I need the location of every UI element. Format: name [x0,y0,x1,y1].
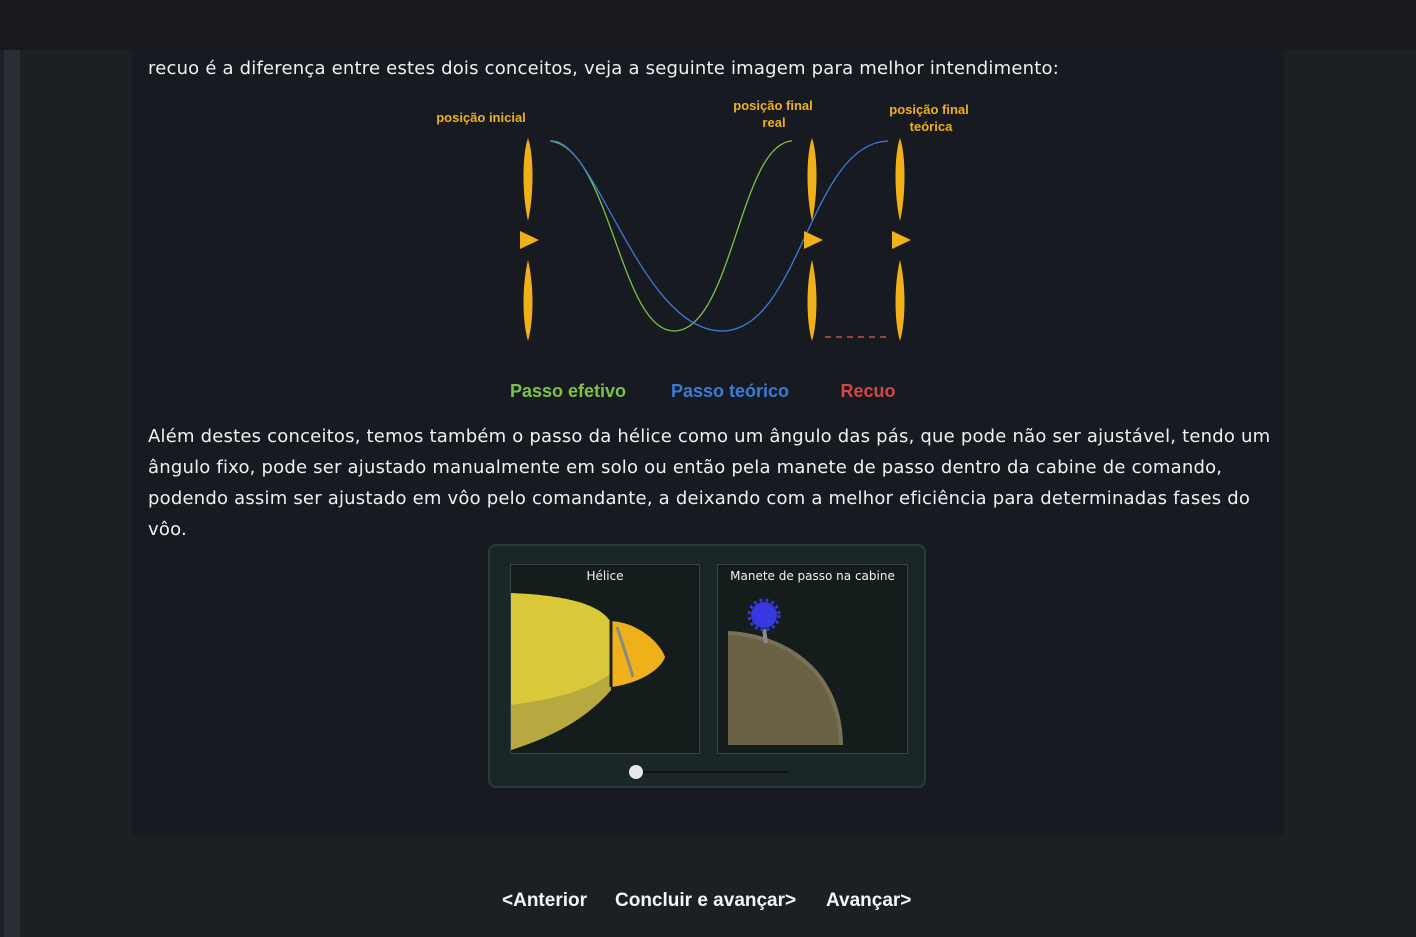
label-final-real-line2: real [762,115,785,130]
pitch-simulation-panel: Hélice Manete de passo na cabine [488,544,926,788]
pitch-slider-track[interactable] [630,771,788,773]
pitch-slider-thumb[interactable] [629,765,643,779]
theoretical-pitch-curve [549,140,889,332]
effective-pitch-curve [549,140,793,332]
pitch-lever-icon [727,598,843,746]
label-final-theoretical-line2: teórica [910,119,953,134]
propeller-initial-icon [520,138,539,341]
label-final-theoretical-line1: posição final [889,102,968,117]
legend-theoretical-pitch: Passo teórico [671,381,789,401]
paragraph-intro: recuo é a diferença entre estes dois con… [148,58,1059,79]
page-navigation: <Anterior Concluir e avançar> Avançar> [0,890,1416,920]
next-link[interactable]: Avançar> [826,890,911,912]
top-bar [0,0,1416,50]
complete-and-next-link[interactable]: Concluir e avançar> [615,890,796,912]
label-initial-position: posição inicial [436,110,526,125]
pitch-lever-view: Manete de passo na cabine [717,564,908,754]
legend-slip: Recuo [840,381,895,401]
paragraph-pitch-angle: Além destes conceitos, temos também o pa… [148,426,1271,540]
propeller-pitch-diagram: posição inicial posição final real posiç… [436,98,969,401]
propeller-blade-icon [511,593,665,750]
left-rail [4,50,20,937]
legend-effective-pitch: Passo efetivo [510,381,626,401]
propeller-final-theoretical-icon [892,138,911,341]
propeller-view: Hélice [510,564,700,754]
previous-link[interactable]: <Anterior [502,890,587,912]
propeller-final-real-icon [804,138,823,341]
label-final-real-line1: posição final [733,98,812,113]
